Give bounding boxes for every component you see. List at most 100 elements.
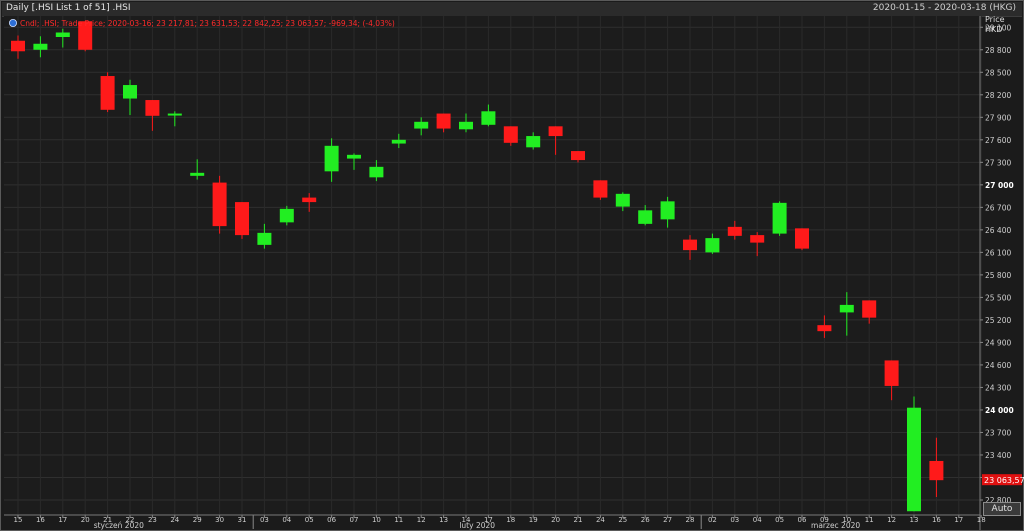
candle-body: [638, 210, 653, 224]
x-tick-label: 24: [596, 516, 605, 524]
month-label: styczeń 2020: [94, 521, 144, 530]
y-tick-label: 24 600: [985, 361, 1011, 370]
x-tick-label: 13: [439, 516, 448, 524]
candle-body: [369, 166, 384, 178]
y-tick-label: 28 500: [985, 68, 1011, 77]
auto-scale-button[interactable]: Auto: [983, 502, 1021, 516]
legend: Cndl; .HSI; Trade Price; 2020-03-16; 23 …: [8, 18, 395, 28]
candle-body: [145, 100, 160, 116]
y-tick-label: 25 800: [985, 271, 1011, 280]
candlestick-chart[interactable]: 22 80023 10023 40023 70024 00024 30024 6…: [0, 0, 1024, 531]
x-tick-label: 04: [282, 516, 291, 524]
price-axis-title: Price: [985, 15, 1005, 24]
month-label: luty 2020: [459, 521, 495, 530]
candle[interactable]: [100, 72, 115, 113]
y-tick-label: 24 300: [985, 383, 1011, 392]
x-tick-label: 29: [193, 516, 202, 524]
candle-body: [593, 180, 608, 198]
x-tick-label: 04: [753, 516, 762, 524]
x-tick-label: 27: [663, 516, 672, 524]
price-axis: 22 80023 10023 40023 70024 00024 30024 6…: [979, 16, 1014, 530]
x-tick-label: 12: [887, 516, 896, 524]
plot-area: [4, 16, 980, 515]
currency-label: HKD: [985, 25, 1002, 34]
candle-body: [862, 300, 877, 318]
candle-body: [817, 325, 832, 332]
candle-body: [750, 235, 765, 243]
x-tick-label: 19: [529, 516, 538, 524]
x-tick-label: 06: [327, 516, 336, 524]
candle-body: [100, 76, 115, 110]
candle[interactable]: [212, 175, 227, 234]
candle-body: [795, 228, 809, 249]
x-tick-label: 16: [36, 516, 45, 524]
candle-body: [167, 113, 182, 116]
legend-icon[interactable]: [8, 18, 17, 27]
candle-body: [190, 172, 205, 176]
candle-body: [347, 154, 361, 159]
y-tick-label: 26 100: [985, 248, 1011, 257]
candle-body: [11, 40, 25, 52]
x-tick-label: 11: [394, 516, 403, 524]
x-tick-label: 02: [708, 516, 717, 524]
candle-body: [257, 232, 272, 245]
x-tick-label: 05: [775, 516, 784, 524]
x-tick-label: 23: [148, 516, 157, 524]
candle-body: [212, 182, 227, 227]
candle[interactable]: [907, 396, 921, 512]
y-tick-label: 27 900: [985, 113, 1011, 122]
candle-body: [459, 121, 473, 130]
x-tick-label: 05: [305, 516, 314, 524]
y-tick-label: 27 000: [985, 181, 1014, 190]
candle-body: [839, 304, 854, 313]
candle-body: [683, 239, 697, 251]
candle-body: [884, 360, 899, 386]
candle[interactable]: [795, 228, 809, 251]
candle-body: [705, 238, 720, 253]
x-tick-label: 07: [350, 516, 359, 524]
x-tick-label: 18: [506, 516, 515, 524]
x-tick-label: 20: [81, 516, 90, 524]
x-tick-label: 13: [910, 516, 919, 524]
x-tick-label: 30: [215, 516, 224, 524]
y-tick-label: 26 700: [985, 203, 1011, 212]
y-tick-label: 28 200: [985, 91, 1011, 100]
y-tick-label: 23 700: [985, 428, 1011, 437]
x-tick-label: 03: [260, 516, 269, 524]
y-tick-label: 27 300: [985, 158, 1011, 167]
y-tick-label: 23 400: [985, 451, 1011, 460]
x-tick-label: 20: [551, 516, 560, 524]
candle-body: [235, 202, 249, 236]
candle-body: [302, 197, 317, 203]
candle-body: [772, 202, 787, 234]
candle-body: [391, 139, 406, 144]
candle[interactable]: [772, 201, 787, 236]
date-axis: 15 16 17 20 21 22 23 24 29 30 31 03 04 05 06 07 10 11 12 13…: [4, 514, 986, 530]
candle[interactable]: [593, 180, 608, 200]
candle-body: [55, 32, 70, 38]
legend-text: Cndl; .HSI; Trade Price; 2020-03-16; 23 …: [20, 19, 395, 28]
candle-body: [436, 113, 451, 129]
x-tick-label: 17: [954, 516, 963, 524]
candle-body: [503, 126, 518, 143]
y-tick-label: 25 200: [985, 316, 1011, 325]
x-tick-label: 03: [730, 516, 739, 524]
y-tick-label: 26 400: [985, 226, 1011, 235]
candle-body: [324, 145, 339, 172]
candle-body: [660, 201, 675, 220]
y-tick-label: 25 500: [985, 293, 1011, 302]
candle-body: [279, 208, 294, 223]
x-tick-label: 26: [641, 516, 650, 524]
candle-body: [481, 111, 496, 125]
y-tick-label: 28 800: [985, 46, 1011, 55]
x-tick-label: 06: [798, 516, 807, 524]
candle-body: [615, 193, 630, 207]
x-tick-label: 15: [14, 516, 23, 524]
month-label: marzec 2020: [811, 521, 860, 530]
candle[interactable]: [235, 202, 249, 239]
x-tick-label: 28: [686, 516, 695, 524]
x-tick-label: 12: [417, 516, 426, 524]
candle-body: [526, 136, 541, 148]
candle-body: [414, 121, 429, 129]
candle-body: [33, 43, 48, 50]
